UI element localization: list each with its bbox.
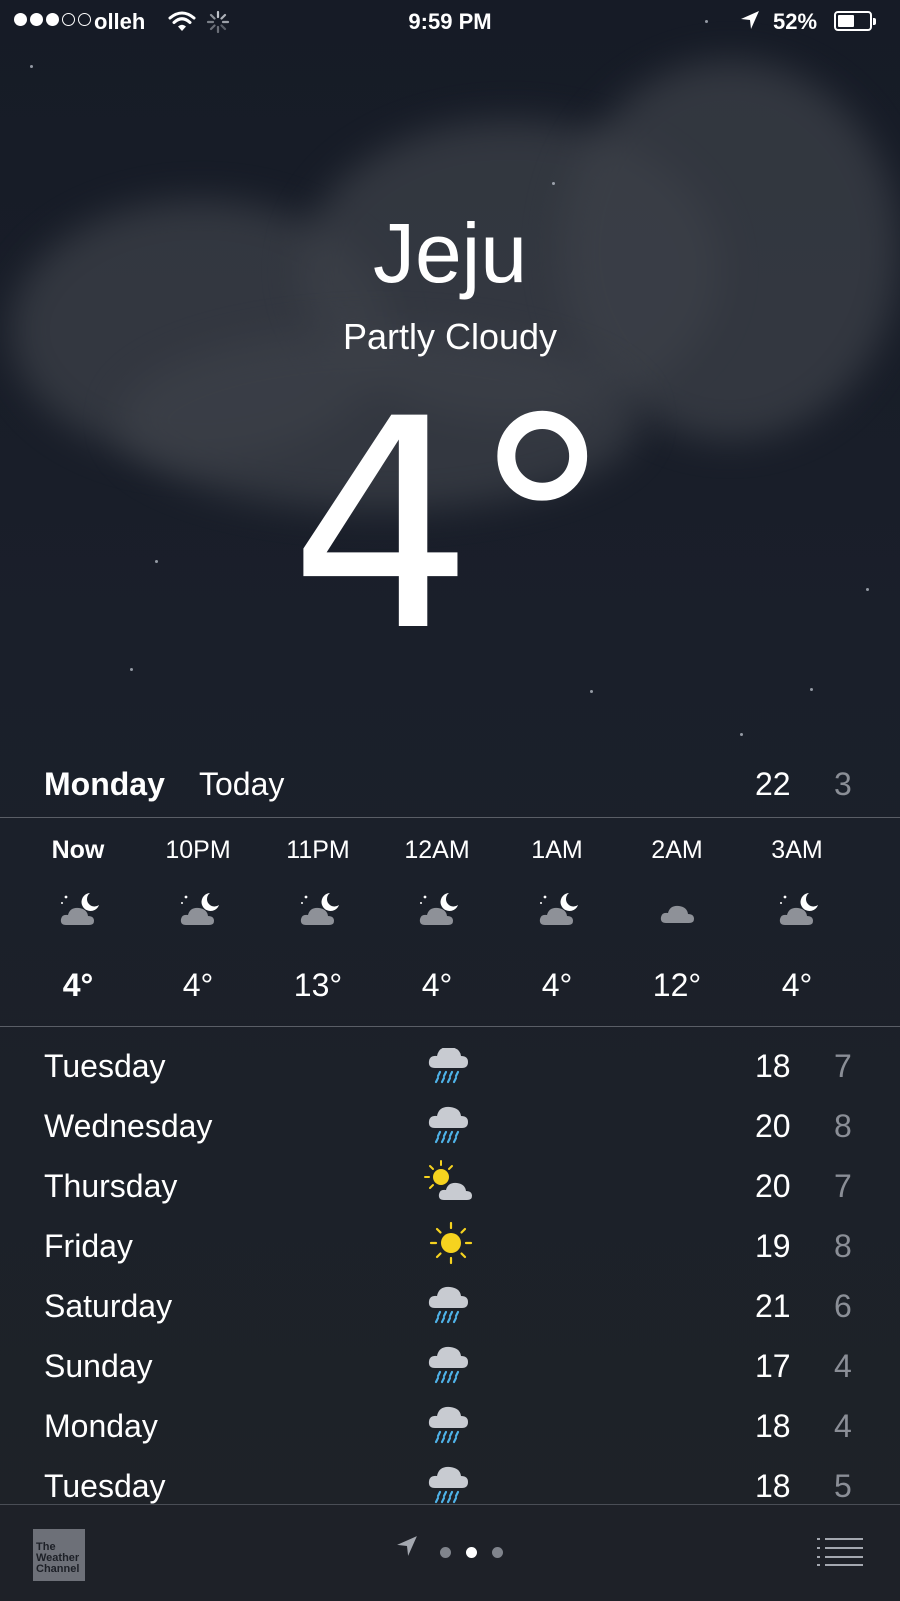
page-dot[interactable]: [492, 1547, 503, 1558]
hour-time: 3AM: [771, 836, 823, 864]
day-name: Saturday: [44, 1288, 173, 1324]
day-high: 18: [755, 1408, 791, 1444]
day-high: 17: [755, 1348, 791, 1384]
day-low: 8: [834, 1108, 852, 1144]
divider: [0, 1026, 900, 1027]
battery-cap: [873, 18, 876, 25]
partly-cloudy-night-icon: [58, 889, 102, 929]
partly-cloudy-night-icon: [178, 889, 222, 929]
battery-level: [838, 15, 854, 27]
hour-temperature: 4°: [182, 967, 214, 1003]
day-name: Thursday: [44, 1168, 178, 1204]
partly-cloudy-night-icon: [417, 889, 461, 929]
day-high: 19: [755, 1228, 791, 1264]
star: [30, 65, 33, 68]
hour-time: 12AM: [404, 836, 470, 864]
hour-time: 1AM: [531, 836, 583, 864]
rain-icon: [424, 1398, 478, 1448]
today-label: Today: [199, 766, 285, 802]
hour-temperature: 4°: [781, 967, 813, 1003]
day-name: Tuesday: [44, 1048, 166, 1084]
day-low: 4: [834, 1408, 852, 1444]
daily-forecast-row: Tuesday 18 5: [0, 1466, 900, 1504]
day-low: 7: [834, 1168, 852, 1204]
day-name: Wednesday: [44, 1108, 213, 1144]
today-low: 3: [834, 766, 852, 802]
rain-icon: [424, 1048, 478, 1088]
day-high: 20: [755, 1108, 791, 1144]
day-low: 5: [834, 1468, 852, 1504]
status-time: 9:59 PM: [408, 9, 492, 34]
hour-time: Now: [51, 836, 105, 864]
rain-icon: [424, 1458, 478, 1504]
day-high: 20: [755, 1168, 791, 1204]
day-name: Sunday: [44, 1348, 153, 1384]
page-dot[interactable]: [440, 1547, 451, 1558]
day-high: 21: [755, 1288, 791, 1324]
hour-temperature: 12°: [652, 967, 702, 1003]
day-low: 8: [834, 1228, 852, 1264]
bottom-toolbar: The Weather Channel: [0, 1504, 900, 1601]
day-name: Tuesday: [44, 1468, 166, 1504]
cloud-icon: [657, 889, 701, 929]
star: [740, 733, 743, 736]
hourly-forecast[interactable]: Now 4° 10PM 4° 11PM 13° 12AM 4° 1AM 4° 2AM 12° 3AM 4°: [0, 817, 900, 1026]
rain-icon: [424, 1278, 478, 1328]
location-arrow-icon[interactable]: [396, 1535, 418, 1562]
city-name: Jeju: [372, 206, 528, 300]
location-arrow-icon: [740, 10, 760, 36]
page-dot[interactable]: [466, 1547, 477, 1558]
daily-forecast-list[interactable]: Tuesday 18 7 Wednesday 20 8 Thursday 20 7 Friday 1…: [0, 1048, 900, 1504]
today-high: 22: [755, 766, 791, 802]
day-low: 6: [834, 1288, 852, 1324]
weather-channel-logo[interactable]: The Weather Channel: [33, 1529, 85, 1581]
today-day-name: Monday: [44, 766, 165, 802]
hour-time: 10PM: [165, 836, 231, 864]
battery-icon: [834, 11, 876, 31]
day-high: 18: [755, 1048, 791, 1084]
hour-temperature: 4°: [421, 967, 453, 1003]
rain-icon: [424, 1098, 478, 1148]
hour-temperature: 4°: [541, 967, 573, 1003]
today-summary: Monday Today 22 3: [0, 766, 900, 816]
hour-time: 2AM: [651, 836, 703, 864]
hour-time: 11PM: [286, 836, 350, 864]
star: [552, 182, 555, 185]
current-temperature: 4°: [289, 358, 615, 695]
battery-percentage: 52%: [773, 9, 818, 34]
partly-cloudy-night-icon: [298, 889, 342, 929]
partly-sunny-icon: [424, 1158, 478, 1208]
status-bar: olleh 9:59 PM 52%: [0, 0, 900, 44]
hour-temperature: 13°: [293, 967, 343, 1003]
weather-condition: Partly Cloudy: [342, 316, 558, 357]
rain-icon: [424, 1338, 478, 1388]
list-icon[interactable]: [817, 1537, 863, 1572]
day-low: 7: [834, 1048, 852, 1084]
day-name: Friday: [44, 1228, 133, 1264]
day-name: Monday: [44, 1408, 158, 1444]
partly-cloudy-night-icon: [777, 889, 821, 929]
sun-icon: [424, 1218, 478, 1268]
star: [810, 688, 813, 691]
day-high: 18: [755, 1468, 791, 1504]
hour-temperature: 4°: [62, 967, 94, 1003]
partly-cloudy-night-icon: [537, 889, 581, 929]
day-low: 4: [834, 1348, 852, 1384]
logo-line: Channel: [36, 1563, 80, 1575]
